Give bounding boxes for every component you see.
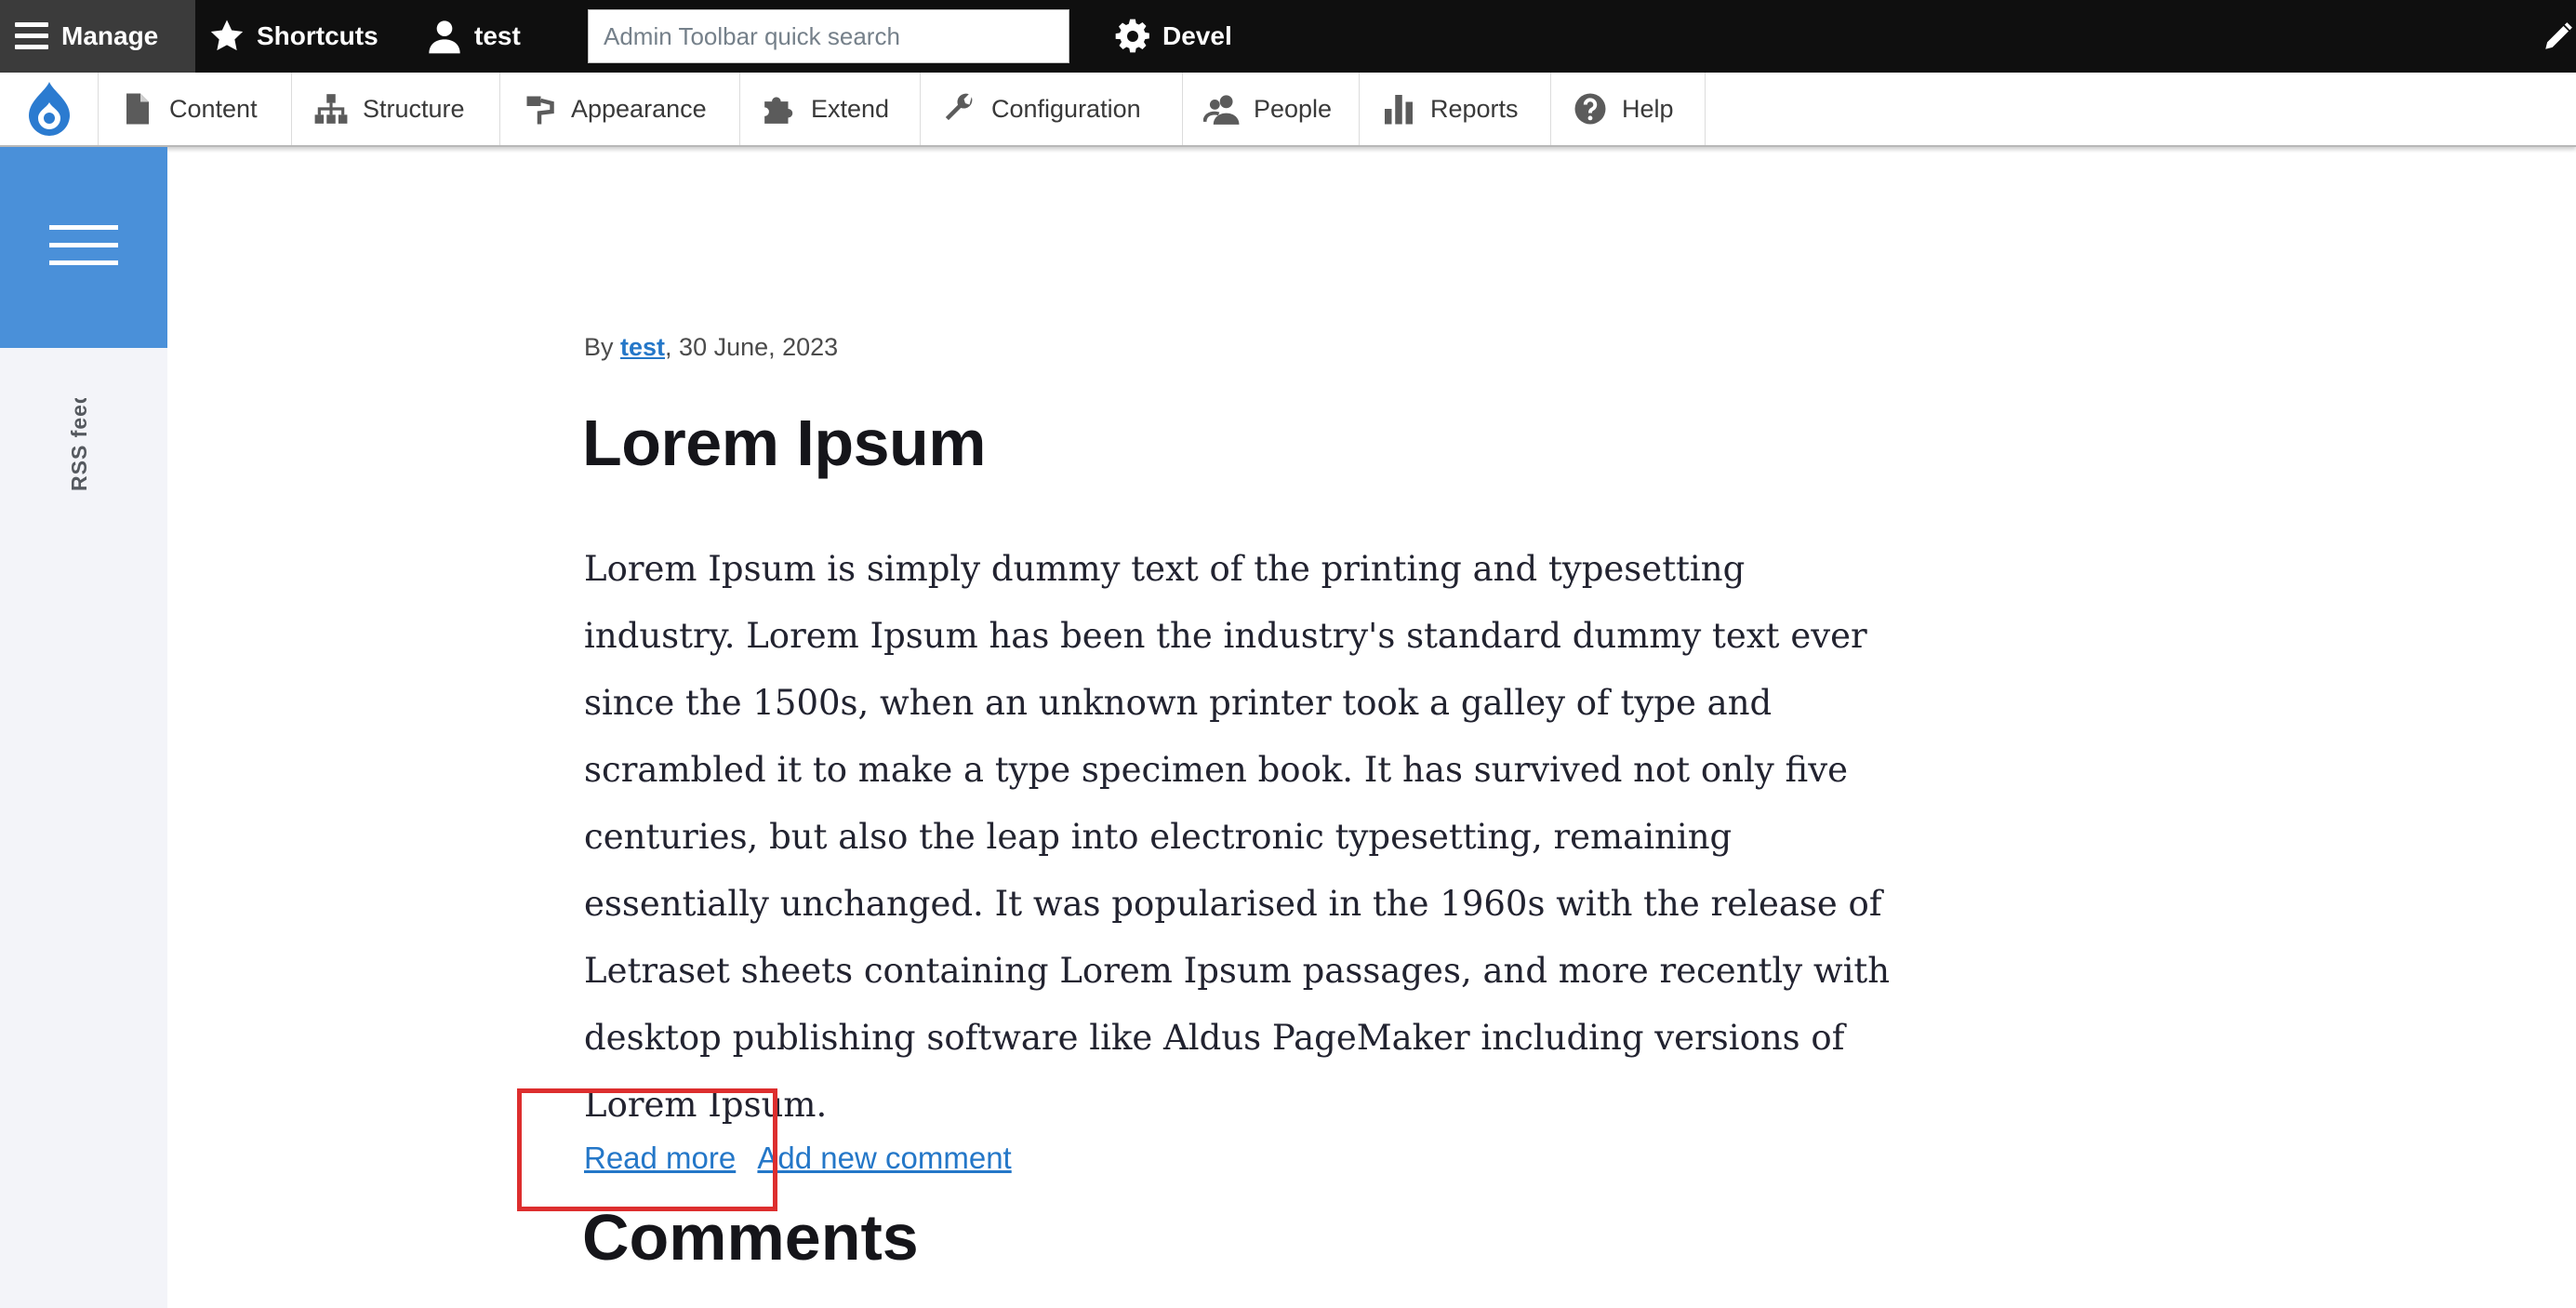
- sidebar-menu-button[interactable]: [0, 147, 167, 348]
- author-link[interactable]: test: [620, 333, 665, 361]
- manage-label: Manage: [61, 21, 159, 50]
- tray-item-people[interactable]: People: [1183, 73, 1360, 145]
- admin-toolbar-search-input[interactable]: [588, 9, 1069, 63]
- content-icon: [119, 90, 156, 127]
- user-tab[interactable]: test: [426, 0, 521, 73]
- reports-icon: [1380, 90, 1417, 127]
- shortcuts-tab[interactable]: Shortcuts: [208, 0, 378, 73]
- add-new-comment-link[interactable]: Add new comment: [757, 1141, 1011, 1175]
- tray-item-structure[interactable]: Structure: [292, 73, 500, 145]
- tray-item-label: Extend: [811, 94, 890, 123]
- hamburger-icon: [13, 20, 50, 52]
- comments-heading: Comments: [582, 1201, 919, 1274]
- tray-item-configuration[interactable]: Configuration: [921, 73, 1183, 145]
- people-icon: [1203, 90, 1241, 127]
- admin-toolbar: Manage Shortcuts test Devel: [0, 0, 2576, 73]
- by-label: By: [584, 333, 614, 361]
- tray-item-label: Appearance: [571, 94, 707, 123]
- tray-item-label: People: [1254, 94, 1333, 123]
- edit-pencil-icon[interactable]: [2539, 19, 2576, 56]
- star-icon: [208, 18, 246, 55]
- article-body: Lorem Ipsum is simply dummy text of the …: [584, 549, 1891, 1125]
- appearance-icon: [521, 90, 558, 127]
- user-icon: [426, 18, 463, 55]
- sidebar: RSS feed: [0, 147, 167, 1308]
- tray-item-extend[interactable]: Extend: [740, 73, 921, 145]
- devel-tab[interactable]: Devel: [1114, 0, 1232, 73]
- tray-item-content[interactable]: Content: [99, 73, 292, 145]
- shortcuts-label: Shortcuts: [257, 21, 378, 50]
- tray-item-help[interactable]: Help: [1551, 73, 1706, 145]
- structure-icon: [312, 90, 350, 127]
- article-meta: By test, 30 June, 2023: [584, 333, 838, 362]
- rss-feed-link[interactable]: RSS feed: [67, 398, 99, 491]
- hamburger-menu-icon: [49, 224, 118, 271]
- tray-item-reports[interactable]: Reports: [1360, 73, 1551, 145]
- wrench-icon: [941, 90, 978, 127]
- article-date: , 30 June, 2023: [665, 333, 839, 361]
- tray-item-label: Help: [1622, 94, 1674, 123]
- gear-icon: [1114, 18, 1151, 55]
- tray-item-label: Configuration: [991, 94, 1141, 123]
- extend-icon: [761, 90, 798, 127]
- tray-item-label: Structure: [363, 94, 465, 123]
- article-title[interactable]: Lorem Ipsum: [582, 406, 987, 480]
- manage-tab[interactable]: Manage: [0, 0, 195, 73]
- admin-tray: Content Structure Appearance Extend Conf…: [0, 73, 2576, 147]
- user-label: test: [474, 21, 521, 50]
- highlight-box: [517, 1088, 777, 1211]
- drupal-logo-icon[interactable]: [0, 73, 99, 145]
- tray-item-appearance[interactable]: Appearance: [500, 73, 740, 145]
- tray-item-label: Reports: [1430, 94, 1519, 123]
- devel-label: Devel: [1162, 21, 1232, 50]
- tray-item-label: Content: [169, 94, 258, 123]
- help-icon: [1572, 90, 1609, 127]
